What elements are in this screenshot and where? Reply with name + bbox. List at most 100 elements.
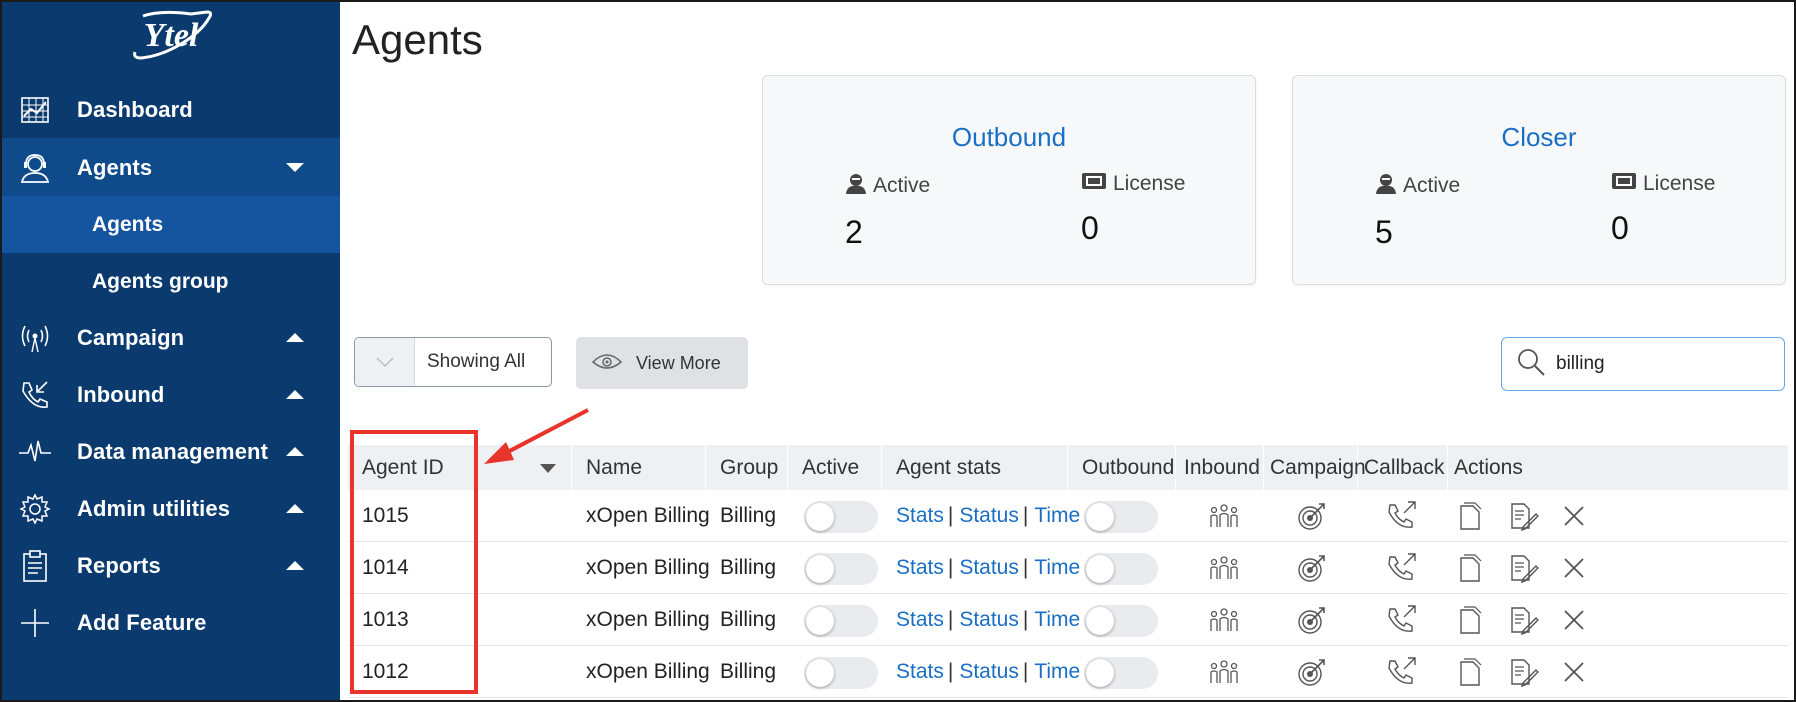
outbound-toggle[interactable] xyxy=(1084,605,1158,637)
inbound-call-icon xyxy=(18,378,52,412)
status-link[interactable]: Status xyxy=(959,504,1019,527)
time-link[interactable]: Time xyxy=(1034,660,1080,683)
column-header-actions: Actions xyxy=(1454,456,1523,479)
showing-all-dropdown[interactable]: Showing All xyxy=(354,337,552,387)
active-stat: Active 5 xyxy=(1375,172,1460,251)
outbound-toggle[interactable] xyxy=(1084,553,1158,585)
copy-icon[interactable] xyxy=(1452,542,1488,594)
agent-group-cell: Billing xyxy=(720,556,777,579)
column-header-agent-stats: Agent stats xyxy=(882,445,1068,490)
sidebar-item-dashboard[interactable]: Dashboard xyxy=(2,81,340,138)
active-toggle[interactable] xyxy=(804,553,878,585)
agent-icon xyxy=(1375,172,1397,200)
chevron-down-icon[interactable] xyxy=(286,163,304,172)
sidebar-item-admin-utilities[interactable]: Admin utilities xyxy=(2,480,340,537)
sidebar-subitem-label: Agents group xyxy=(92,269,229,293)
close-icon[interactable] xyxy=(1554,542,1594,594)
inbound-agents-icon[interactable] xyxy=(1204,490,1244,542)
inbound-agents-icon[interactable] xyxy=(1204,542,1244,594)
copy-icon[interactable] xyxy=(1452,594,1488,646)
sidebar-item-data-management[interactable]: Data management xyxy=(2,423,340,480)
edit-icon[interactable] xyxy=(1504,646,1544,698)
column-header-inbound: Inbound xyxy=(1176,445,1264,490)
table-row[interactable]: 1013 xOpen Billing Billing Stats | Status | Tim… xyxy=(348,594,1788,646)
inbound-agents-icon[interactable] xyxy=(1204,646,1244,698)
sidebar-item-label: Agents xyxy=(77,154,153,180)
outbound-toggle[interactable] xyxy=(1084,657,1158,689)
sidebar-item-reports[interactable]: Reports xyxy=(2,537,340,594)
column-header-group[interactable]: Group xyxy=(706,445,788,490)
page-title: Agents xyxy=(352,16,483,63)
license-label: License xyxy=(1643,172,1716,195)
card-title[interactable]: Closer xyxy=(1293,122,1785,153)
outbound-toggle[interactable] xyxy=(1084,501,1158,533)
column-header-campaign: Campaign xyxy=(1264,445,1366,490)
view-more-button[interactable]: View More xyxy=(576,337,748,389)
time-link[interactable]: Time xyxy=(1034,504,1080,527)
close-icon[interactable] xyxy=(1554,646,1594,698)
chevron-down-icon[interactable] xyxy=(355,338,415,386)
sidebar-subitem-agents[interactable]: Agents xyxy=(2,196,340,253)
sidebar-item-agents[interactable]: Agents xyxy=(2,139,340,196)
broadcast-icon xyxy=(18,321,52,355)
campaign-target-icon[interactable] xyxy=(1292,542,1332,594)
campaign-target-icon[interactable] xyxy=(1292,594,1332,646)
active-count: 2 xyxy=(845,214,863,250)
edit-icon[interactable] xyxy=(1504,594,1544,646)
agent-name-cell: xOpen Billing xyxy=(586,556,710,579)
active-label: Active xyxy=(1403,174,1461,197)
active-toggle[interactable] xyxy=(804,501,878,533)
copy-icon[interactable] xyxy=(1452,646,1488,698)
agent-headset-icon xyxy=(18,151,52,185)
sidebar-item-inbound[interactable]: Inbound xyxy=(2,366,340,423)
license-stat: License 0 xyxy=(1081,172,1185,247)
agent-name-cell: xOpen Billing xyxy=(586,608,710,631)
stats-link[interactable]: Stats xyxy=(896,660,944,683)
table-row[interactable]: 1014 xOpen Billing Billing Stats | Status | Tim… xyxy=(348,542,1788,594)
license-count: 0 xyxy=(1611,210,1629,246)
callback-phone-icon[interactable] xyxy=(1382,646,1422,698)
chevron-up-icon[interactable] xyxy=(286,504,304,513)
edit-icon[interactable] xyxy=(1504,542,1544,594)
gear-icon xyxy=(18,492,52,526)
pulse-icon xyxy=(18,435,52,469)
time-link[interactable]: Time xyxy=(1034,556,1080,579)
callback-phone-icon[interactable] xyxy=(1382,594,1422,646)
status-link[interactable]: Status xyxy=(959,660,1019,683)
stats-link[interactable]: Stats xyxy=(896,504,944,527)
table-row[interactable]: 1015 xOpen Billing Billing Stats | Status | Tim… xyxy=(348,490,1788,542)
edit-icon[interactable] xyxy=(1504,490,1544,542)
table-row[interactable]: 1012 xOpen Billing Billing Stats | Status | Tim… xyxy=(348,646,1788,698)
sidebar-item-add-feature[interactable]: Add Feature xyxy=(2,594,340,651)
callback-phone-icon[interactable] xyxy=(1382,542,1422,594)
stats-link[interactable]: Stats xyxy=(896,556,944,579)
chevron-up-icon[interactable] xyxy=(286,333,304,342)
search-box[interactable] xyxy=(1501,337,1785,391)
copy-icon[interactable] xyxy=(1452,490,1488,542)
status-link[interactable]: Status xyxy=(959,608,1019,631)
sidebar-item-campaign[interactable]: Campaign xyxy=(2,309,340,366)
sidebar-subitem-agents-group[interactable]: Agents group xyxy=(2,253,340,310)
active-toggle[interactable] xyxy=(804,657,878,689)
campaign-target-icon[interactable] xyxy=(1292,490,1332,542)
callback-phone-icon[interactable] xyxy=(1382,490,1422,542)
close-icon[interactable] xyxy=(1554,594,1594,646)
active-toggle[interactable] xyxy=(804,605,878,637)
search-input[interactable] xyxy=(1556,353,1756,375)
chevron-up-icon[interactable] xyxy=(286,390,304,399)
sidebar-item-label: Add Feature xyxy=(77,609,207,635)
chevron-up-icon[interactable] xyxy=(286,561,304,570)
outbound-card: Outbound Active 2 License 0 xyxy=(762,75,1256,285)
agent-name-cell: xOpen Billing xyxy=(586,660,710,683)
stats-link[interactable]: Stats xyxy=(896,608,944,631)
close-icon[interactable] xyxy=(1554,490,1594,542)
time-link[interactable]: Time xyxy=(1034,608,1080,631)
chevron-up-icon[interactable] xyxy=(286,447,304,456)
ytel-logo[interactable]: Ytel xyxy=(2,8,340,68)
campaign-target-icon[interactable] xyxy=(1292,646,1332,698)
status-link[interactable]: Status xyxy=(959,556,1019,579)
column-header-active[interactable]: Active xyxy=(788,445,882,490)
card-title[interactable]: Outbound xyxy=(763,122,1255,153)
inbound-agents-icon[interactable] xyxy=(1204,594,1244,646)
agent-group-cell: Billing xyxy=(720,608,777,631)
